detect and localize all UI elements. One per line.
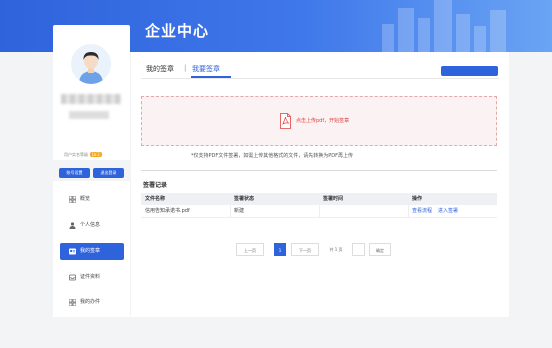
goto-page-input[interactable] (352, 243, 365, 256)
sidebar-item-label: 个人信息 (80, 222, 101, 228)
inbox-icon (69, 274, 76, 281)
upload-tip: *仅支持PDF文件签署，如需上传其他格式的文件，请先转换为PDF再上传 (191, 153, 353, 159)
sidebar-item-label: 概览 (80, 196, 91, 202)
status-cell: 新建 (234, 208, 245, 214)
pdf-file-icon (280, 113, 291, 129)
tabs-divider (141, 78, 499, 79)
tab-my-seals[interactable]: 我的签章 (146, 64, 174, 74)
tab-sign[interactable]: 我要签章 (192, 64, 220, 74)
sidebar-item-my-tasks[interactable]: 我的办件 (60, 294, 124, 311)
grid-icon (69, 196, 76, 203)
page-button[interactable]: 1 (274, 243, 286, 256)
table-row: 信用告知承诺书.pdf 新建 查看流程 进入签署 (141, 205, 497, 218)
section-divider (141, 170, 497, 171)
profile-card: 用户实名等级 LV.2 账号设置 退出登录 (53, 25, 130, 178)
page-title: 企业中心 (145, 22, 210, 40)
upload-label: 点击上传pdf，开始签章 (296, 118, 350, 124)
prev-page-button[interactable]: 上一页 (236, 243, 264, 256)
sidebar-item-personal-info[interactable]: 个人信息 (60, 217, 124, 234)
records-title: 签署记录 (143, 182, 168, 189)
sidebar-item-label: 证件资料 (80, 274, 101, 280)
user-avatar-icon (79, 52, 103, 84)
sidebar-item-my-seal[interactable]: 我的签章 (60, 243, 124, 260)
seal-icon (69, 248, 76, 255)
auth-badge: LV.2 (90, 152, 102, 157)
column-header: 文件名称 (145, 196, 166, 202)
logout-button[interactable]: 退出登录 (93, 168, 124, 178)
next-page-button[interactable]: 下一页 (291, 243, 319, 256)
total-pages: 共 1 页 (329, 247, 343, 252)
main-panel: 我的签章 | 我要签章 点击上传pdf，开始签章 *仅支持PDF文件签署，如需上… (131, 52, 509, 317)
confirm-page-button[interactable]: 确定 (369, 243, 391, 256)
sidebar-item-label: 我的签章 (80, 248, 101, 254)
cell-divider (230, 205, 231, 218)
table-header: 文件名称 签署状态 签署时间 操作 (141, 193, 497, 205)
sidebar-item-overview[interactable]: 概览 (60, 191, 124, 208)
top-action-button[interactable] (441, 66, 498, 76)
records-table: 文件名称 签署状态 签署时间 操作 信用告知承诺书.pdf 新建 查看流程 进入… (141, 193, 497, 218)
column-header: 签署时间 (323, 196, 344, 202)
user-icon (69, 222, 76, 229)
auth-label: 用户实名等级 (64, 152, 88, 157)
cell-divider (319, 205, 320, 218)
enter-sign-link[interactable]: 进入签署 (438, 205, 458, 217)
cell-divider (408, 205, 409, 218)
grid-icon (69, 299, 76, 306)
file-name-cell: 信用告知承诺书.pdf (145, 208, 190, 214)
sidebar-item-documents[interactable]: 证件资料 (60, 269, 124, 286)
avatar (71, 44, 111, 84)
redacted-info (69, 111, 109, 119)
sidebar-item-label: 我的办件 (80, 299, 101, 305)
upload-dropzone[interactable]: 点击上传pdf，开始签章 (141, 96, 497, 146)
redacted-name (61, 94, 121, 104)
tab-separator: | (184, 64, 187, 72)
city-decoration (382, 0, 506, 52)
account-settings-button[interactable]: 账号设置 (59, 168, 90, 178)
column-header: 签署状态 (234, 196, 255, 202)
view-process-link[interactable]: 查看流程 (412, 205, 432, 217)
column-header: 操作 (412, 196, 423, 202)
sidebar-nav: 概览 个人信息 我的签章 证件资料 我的办件 (53, 181, 130, 317)
auth-level: 用户实名等级 LV.2 (64, 152, 102, 158)
